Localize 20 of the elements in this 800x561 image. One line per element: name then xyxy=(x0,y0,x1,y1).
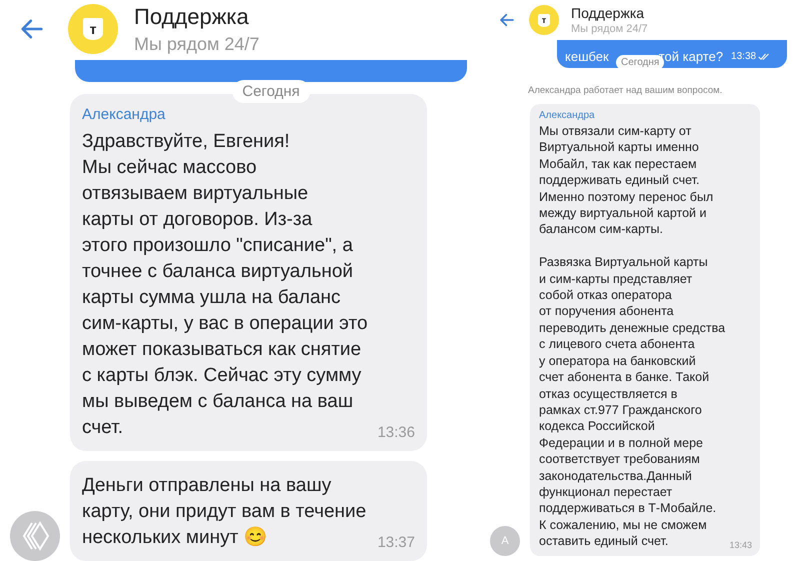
sender-name: Александра xyxy=(539,110,596,121)
chat-title: Поддержка xyxy=(134,4,250,30)
bank-logo: т xyxy=(529,5,559,35)
message-text: Деньги отправлены на вашу карту, они придут вам в течение нескольких минут 😊 xyxy=(82,474,366,550)
message-text: Здравствуйте, Евгения! Мы сейчас массово отвязываем виртуальные карты от договоров. Из-за этого произошло "списание", а точнее с баланса виртуальной карты сумма ушла на баланс сим-карты, у вас в операции это может показываться как снятие с карты блэк. Сейчас эту сумму мы выведем с баланса на ваш счет. xyxy=(82,130,368,440)
chat-title: Поддержка xyxy=(571,5,646,21)
message-time: 13:43 xyxy=(729,540,752,550)
bank-logo: т xyxy=(68,4,118,54)
status-text: Александра работает над вашим вопросом. xyxy=(528,85,724,96)
back-arrow-icon[interactable] xyxy=(498,11,516,29)
date-label: Сегодня xyxy=(232,80,310,103)
message-text: Мы отвязали сим-карту от Виртуальной карты именно Мобайл, так как перестаем поддерживать единый счет. Именно поэтому перенос был между виртуальной картой и балансом сим-карты. Развязка Виртуальной карты и сим-карты представляет собой отказ оператора от поручения абонента переводить денежные средства с лицевого счета абонента у оператора на банковский счет абонента в банке. Такой отказ осуществляется в рамках ст.977 Гражданского кодекса Российской Федерации и в полной мере соответствует требованиям законодательства.Данный функционал перестает поддерживаться в Т-Мобайле. К сожалению, мы не сможем оставить единый счет. xyxy=(539,123,726,550)
message-text: кешбек xyxy=(565,49,609,64)
sender-name: Александра xyxy=(82,106,166,123)
chat-subtitle: Мы рядом 24/7 xyxy=(134,34,260,54)
double-check-icon xyxy=(758,53,770,61)
chat-subtitle: Мы рядом 24/7 xyxy=(571,23,648,35)
message-time: 13:37 xyxy=(377,534,415,551)
message-time: 13:38 xyxy=(731,51,756,62)
message-time: 13:36 xyxy=(377,424,415,441)
